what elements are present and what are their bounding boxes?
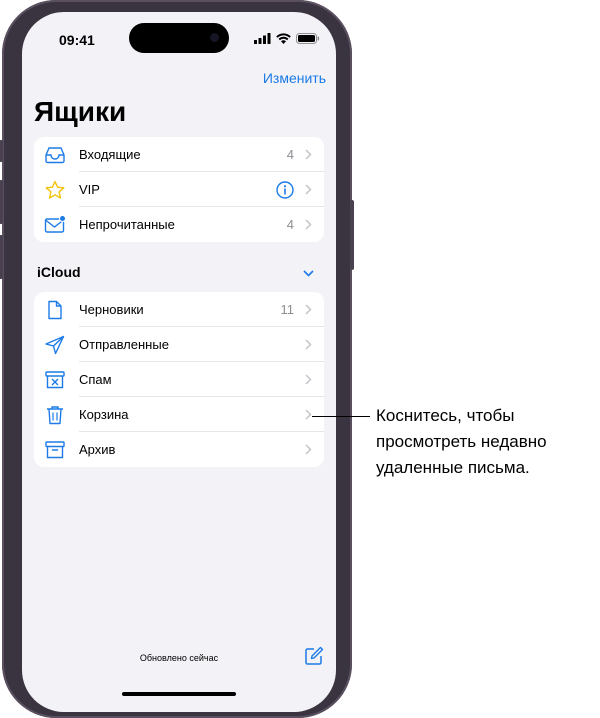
chevron-right-icon [305, 444, 312, 455]
volume-up-button [0, 180, 3, 224]
chevron-right-icon [305, 339, 312, 350]
mailbox-label: Непрочитанные [79, 217, 175, 232]
info-icon[interactable] [276, 181, 294, 199]
draft-document-icon [48, 300, 62, 320]
junk-box-icon [45, 371, 65, 389]
wifi-icon [276, 33, 291, 44]
edit-button[interactable]: Изменить [263, 70, 326, 86]
battery-icon [296, 33, 320, 44]
trash-icon [47, 406, 63, 425]
callout-line [312, 416, 370, 417]
mailbox-label: Черновики [79, 302, 144, 317]
icloud-mailbox-list: Черновики 11 Отправленные Спам Корзина А… [34, 292, 324, 467]
volume-down-button [0, 235, 3, 279]
mailbox-label: VIP [79, 182, 100, 197]
paper-plane-icon [45, 335, 65, 355]
mailbox-row-trash[interactable]: Корзина [34, 397, 324, 432]
mailbox-row-unread[interactable]: Непрочитанные 4 [34, 207, 324, 242]
home-indicator[interactable] [122, 692, 236, 696]
mailbox-label: Входящие [79, 147, 141, 162]
mailbox-row-inbox[interactable]: Входящие 4 [34, 137, 324, 172]
mailbox-row-vip[interactable]: VIP [34, 172, 324, 207]
page-title: Ящики [34, 96, 127, 127]
cellular-signal-icon [254, 33, 271, 44]
callout-text: Коснитесь, чтобы просмотреть недавно уда… [376, 406, 547, 477]
camera-icon [210, 33, 219, 42]
status-icons [254, 33, 320, 44]
chevron-down-icon[interactable] [303, 270, 314, 277]
mailbox-row-junk[interactable]: Спам [34, 362, 324, 397]
mailbox-row-archive[interactable]: Архив [34, 432, 324, 467]
mailbox-row-sent[interactable]: Отправленные [34, 327, 324, 362]
mailbox-label: Спам [79, 372, 112, 387]
favorites-list: Входящие 4 VIP Непрочитанные 4 [34, 137, 324, 242]
chevron-right-icon [305, 149, 312, 160]
chevron-right-icon [305, 374, 312, 385]
mailbox-label: Отправленные [79, 337, 169, 352]
phone-frame: 09:41 Изменить Ящики Входящие 4 VIP Непр… [0, 0, 354, 718]
compose-icon[interactable] [304, 646, 324, 666]
mailbox-row-drafts[interactable]: Черновики 11 [34, 292, 324, 327]
unread-envelope-icon [44, 215, 66, 233]
inbox-icon [45, 147, 65, 164]
unread-count: 4 [286, 147, 294, 162]
dynamic-island [129, 23, 229, 53]
star-icon [45, 180, 65, 199]
chevron-right-icon [305, 219, 312, 230]
action-button [0, 140, 3, 162]
status-time: 09:41 [59, 32, 95, 48]
chevron-right-icon [305, 409, 312, 420]
archive-box-icon [45, 441, 65, 459]
mailbox-label: Корзина [79, 407, 129, 422]
update-status: Обновлено сейчас [139, 653, 219, 663]
mailbox-label: Архив [79, 442, 116, 457]
power-button [350, 200, 354, 270]
section-header-icloud[interactable]: iCloud [37, 264, 81, 280]
chevron-right-icon [305, 184, 312, 195]
phone-screen: 09:41 Изменить Ящики Входящие 4 VIP Непр… [22, 12, 336, 712]
item-count: 11 [280, 302, 295, 317]
chevron-right-icon [305, 304, 312, 315]
unread-count: 4 [286, 217, 294, 232]
